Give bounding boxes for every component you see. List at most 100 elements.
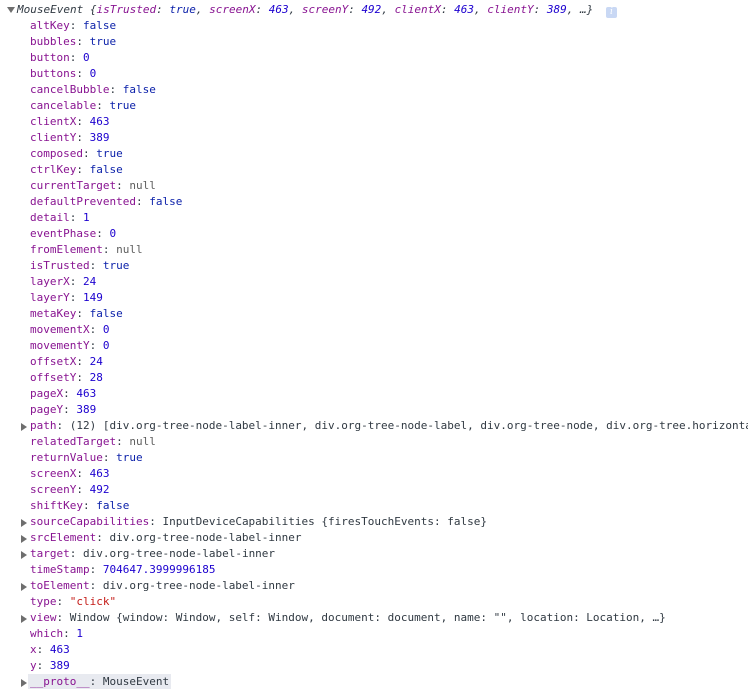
- property-key: which: [30, 627, 64, 640]
- property-key: buttons: [30, 67, 77, 80]
- property-key: toElement: [30, 579, 90, 592]
- object-preview[interactable]: MouseEvent {isTrusted: true, screenX: 46…: [17, 2, 617, 18]
- property-key: metaKey: [30, 307, 77, 320]
- property-content[interactable]: view: Window {window: Window, self: Wind…: [30, 610, 666, 626]
- property-value: 704647.3999996185: [102, 563, 216, 576]
- property-value: true: [109, 99, 136, 112]
- property-key: timeStamp: [30, 563, 90, 576]
- property-value: 24: [83, 275, 97, 288]
- property-content: button: 0: [30, 51, 90, 64]
- property-key: pageX: [30, 387, 64, 400]
- property-key: movementX: [30, 323, 90, 336]
- property-value: 1: [76, 627, 83, 640]
- property-content: cancelBubble: false: [30, 83, 156, 96]
- property-value: 389: [89, 131, 110, 144]
- object-class-name: MouseEvent: [17, 3, 84, 16]
- property-content: metaKey: false: [30, 307, 123, 320]
- property-content: movementY: 0: [30, 339, 110, 352]
- property-value: 389: [76, 403, 97, 416]
- property-content[interactable]: __proto__: MouseEvent: [28, 674, 172, 690]
- property-value: 0: [83, 51, 90, 64]
- property-content: altKey: false: [30, 19, 117, 32]
- property-content: ctrlKey: false: [30, 163, 123, 176]
- property-content: layerX: 24: [30, 275, 97, 288]
- property-content[interactable]: sourceCapabilities: InputDeviceCapabilit…: [30, 514, 487, 530]
- property-content: timeStamp: 704647.3999996185: [30, 563, 216, 576]
- collapsed-triangle-icon[interactable]: [21, 519, 27, 527]
- preview-prop-value: 492: [361, 3, 382, 16]
- property-content[interactable]: toElement: div.org-tree-node-label-inner: [30, 578, 295, 594]
- preview-prop-value: true: [169, 3, 196, 16]
- property-value: InputDeviceCapabilities {firesTouchEvent…: [162, 515, 487, 528]
- property-content: which: 1: [30, 627, 83, 640]
- property-value: false: [122, 83, 156, 96]
- property-value: Window {window: Window, self: Window, do…: [69, 611, 666, 624]
- property-content: bubbles: true: [30, 35, 117, 48]
- property-key: clientY: [30, 131, 77, 144]
- property-key: clientX: [30, 115, 77, 128]
- collapsed-triangle-icon[interactable]: [21, 615, 27, 623]
- collapsed-triangle-icon[interactable]: [21, 583, 27, 591]
- property-key: button: [30, 51, 70, 64]
- property-key: srcElement: [30, 531, 97, 544]
- preview-ellipsis: …}: [580, 3, 594, 16]
- property-key: offsetY: [30, 371, 77, 384]
- property-value: 389: [49, 659, 70, 672]
- property-key: screenX: [30, 467, 77, 480]
- collapsed-triangle-icon[interactable]: [21, 535, 27, 543]
- info-icon[interactable]: i: [605, 7, 617, 18]
- property-key: bubbles: [30, 35, 77, 48]
- preview-prop-value: 463: [454, 3, 475, 16]
- property-value: 24: [89, 355, 103, 368]
- property-value: "click": [69, 595, 117, 608]
- property-value: null: [116, 243, 143, 256]
- preview-prop-value: 389: [546, 3, 567, 16]
- collapsed-triangle-icon[interactable]: [21, 423, 27, 431]
- property-key: isTrusted: [30, 259, 90, 272]
- property-value: false: [96, 499, 130, 512]
- object-preview-props: {isTrusted: true, screenX: 463, screenY:…: [89, 3, 594, 16]
- property-key: offsetX: [30, 355, 77, 368]
- property-key: altKey: [30, 19, 70, 32]
- property-content: cancelable: true: [30, 99, 136, 112]
- property-value: true: [116, 451, 143, 464]
- property-content[interactable]: target: div.org-tree-node-label-inner: [30, 546, 275, 562]
- property-content: buttons: 0: [30, 67, 97, 80]
- property-content: fromElement: null: [30, 243, 143, 256]
- expanded-triangle-icon[interactable]: [7, 7, 15, 13]
- property-value: MouseEvent: [102, 675, 170, 688]
- property-content: screenY: 492: [30, 483, 110, 496]
- property-value: 149: [83, 291, 103, 304]
- property-value: true: [96, 147, 123, 160]
- property-key: fromElement: [30, 243, 103, 256]
- property-content: offsetY: 28: [30, 371, 103, 384]
- proto-highlight[interactable]: __proto__: MouseEvent: [28, 674, 172, 689]
- property-value: 463: [49, 643, 70, 656]
- property-value: 0: [102, 339, 110, 352]
- collapsed-triangle-icon[interactable]: [21, 551, 27, 559]
- property-key: returnValue: [30, 451, 103, 464]
- property-content[interactable]: path: (12) [div.org-tree-node-label-inne…: [30, 418, 748, 434]
- property-key: currentTarget: [30, 179, 117, 192]
- collapsed-triangle-icon[interactable]: [21, 679, 27, 687]
- property-content: relatedTarget: null: [30, 435, 156, 448]
- property-content: currentTarget: null: [30, 179, 156, 192]
- property-content: shiftKey: false: [30, 499, 130, 512]
- console-object-tree: MouseEvent {isTrusted: true, screenX: 46…: [0, 0, 748, 698]
- property-content: x: 463: [30, 643, 70, 656]
- property-key: __proto__: [30, 675, 90, 688]
- property-value: false: [83, 19, 117, 32]
- property-key: layerY: [30, 291, 70, 304]
- property-value: 0: [109, 227, 117, 240]
- property-content: pageX: 463: [30, 387, 97, 400]
- property-content: layerY: 149: [30, 291, 103, 304]
- property-value: false: [89, 163, 123, 176]
- property-content[interactable]: srcElement: div.org-tree-node-label-inne…: [30, 530, 302, 546]
- property-content: clientY: 389: [30, 131, 110, 144]
- property-content: isTrusted: true: [30, 259, 130, 272]
- property-key: defaultPrevented: [30, 195, 136, 208]
- property-content: offsetX: 24: [30, 355, 103, 368]
- property-value: 0: [89, 67, 97, 80]
- property-content: type: "click": [30, 595, 117, 608]
- property-content: movementX: 0: [30, 323, 110, 336]
